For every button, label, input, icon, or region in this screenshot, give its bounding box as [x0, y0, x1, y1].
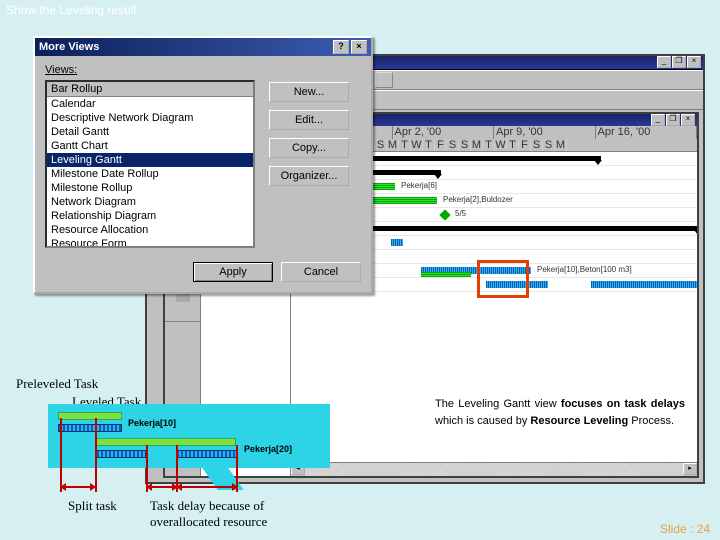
copy-button[interactable]: Copy...: [269, 138, 349, 158]
dialog-title: More Views: [39, 41, 99, 53]
slide-caption: Show the Leveling result: [6, 3, 137, 17]
help-button[interactable]: ?: [333, 40, 349, 54]
day-label: T: [507, 139, 519, 152]
label-task-delay: Task delay because of overallocated reso…: [150, 498, 300, 530]
more-views-dialog: More Views ? × Views: Bar RollupCalendar…: [33, 36, 373, 294]
label-split-task: Split task: [68, 498, 117, 514]
bar-label: 5/5: [455, 209, 466, 218]
scrollbar-horizontal[interactable]: ◂ ▸: [291, 462, 697, 476]
week-label: Apr 9, '00: [494, 126, 596, 139]
new-button[interactable]: New...: [269, 82, 349, 102]
week-label: Apr 16, '00: [596, 126, 698, 139]
list-item[interactable]: Milestone Date Rollup: [47, 167, 253, 181]
mini-label-2: Pekerja[20]: [244, 444, 292, 454]
day-label: M: [471, 139, 483, 152]
task-bar[interactable]: [391, 239, 403, 246]
minimize-button[interactable]: _: [651, 114, 665, 126]
maximize-button[interactable]: ❐: [666, 114, 680, 126]
day-label: S: [543, 139, 555, 152]
day-label: T: [399, 139, 411, 152]
day-label: M: [555, 139, 567, 152]
list-item[interactable]: Gantt Chart: [47, 139, 253, 153]
list-item[interactable]: Detail Gantt: [47, 125, 253, 139]
list-item[interactable]: Descriptive Network Diagram: [47, 111, 253, 125]
dim-arrow: [180, 486, 234, 488]
list-item[interactable]: Resource Allocation: [47, 223, 253, 237]
scroll-right-button[interactable]: ▸: [683, 463, 697, 475]
list-item[interactable]: Resource Form: [47, 237, 253, 248]
dim-line: [95, 418, 97, 492]
list-item[interactable]: Bar Rollup: [47, 82, 253, 97]
highlight-box: [477, 260, 529, 298]
week-label: Apr 2, '00: [393, 126, 495, 139]
day-label: S: [459, 139, 471, 152]
maximize-button[interactable]: ❐: [672, 56, 686, 68]
mini-leveled-bar-split2: [176, 450, 238, 458]
day-label: W: [411, 139, 423, 152]
day-label: S: [375, 139, 387, 152]
day-label: F: [519, 139, 531, 152]
day-label: T: [483, 139, 495, 152]
bar-label: Pekerja[2],Buldozer: [443, 195, 513, 204]
label-preleveled: Preleveled Task: [16, 376, 98, 392]
slide-number: Slide : 24: [660, 522, 710, 536]
mini-leveled-bar-split1: [96, 450, 146, 458]
list-item[interactable]: Relationship Diagram: [47, 209, 253, 223]
summary-bar: [341, 226, 697, 231]
day-label: W: [495, 139, 507, 152]
bar-label: Pekerja[10],Beton[100 m3]: [537, 265, 632, 274]
dim-line: [60, 418, 62, 492]
description-text: The Leveling Gantt view focuses on task …: [435, 395, 685, 429]
toolbar-button[interactable]: [375, 72, 393, 88]
mini-label-1: Pekerja[10]: [128, 418, 176, 428]
views-listbox[interactable]: Bar RollupCalendarDescriptive Network Di…: [45, 80, 255, 248]
list-item[interactable]: Network Diagram: [47, 195, 253, 209]
summary-bar: [341, 156, 601, 161]
close-button[interactable]: ×: [681, 114, 695, 126]
mini-preleveled-bar: [96, 438, 236, 446]
organizer-button[interactable]: Organizer...: [269, 166, 349, 186]
preleveled-bar: [421, 272, 471, 277]
day-label: S: [531, 139, 543, 152]
day-label: S: [447, 139, 459, 152]
day-label: F: [435, 139, 447, 152]
edit-button[interactable]: Edit...: [269, 110, 349, 130]
close-button[interactable]: ×: [687, 56, 701, 68]
task-bar[interactable]: [591, 281, 697, 288]
cancel-button[interactable]: Cancel: [281, 262, 361, 282]
dialog-titlebar[interactable]: More Views ? ×: [35, 38, 371, 56]
close-button[interactable]: ×: [351, 40, 367, 54]
list-item[interactable]: Calendar: [47, 97, 253, 111]
minimize-button[interactable]: _: [657, 56, 671, 68]
list-item[interactable]: Leveling Gantt: [47, 153, 253, 167]
day-label: T: [423, 139, 435, 152]
bar-label: Pekerja[6]: [401, 181, 437, 190]
mini-leveled-bar: [58, 424, 122, 432]
dim-arrow: [150, 486, 174, 488]
apply-button[interactable]: Apply: [193, 262, 273, 282]
views-label: Views:: [45, 64, 361, 76]
dim-arrow: [64, 486, 92, 488]
day-label: M: [387, 139, 399, 152]
mini-preleveled-bar: [58, 412, 122, 420]
list-item[interactable]: Milestone Rollup: [47, 181, 253, 195]
